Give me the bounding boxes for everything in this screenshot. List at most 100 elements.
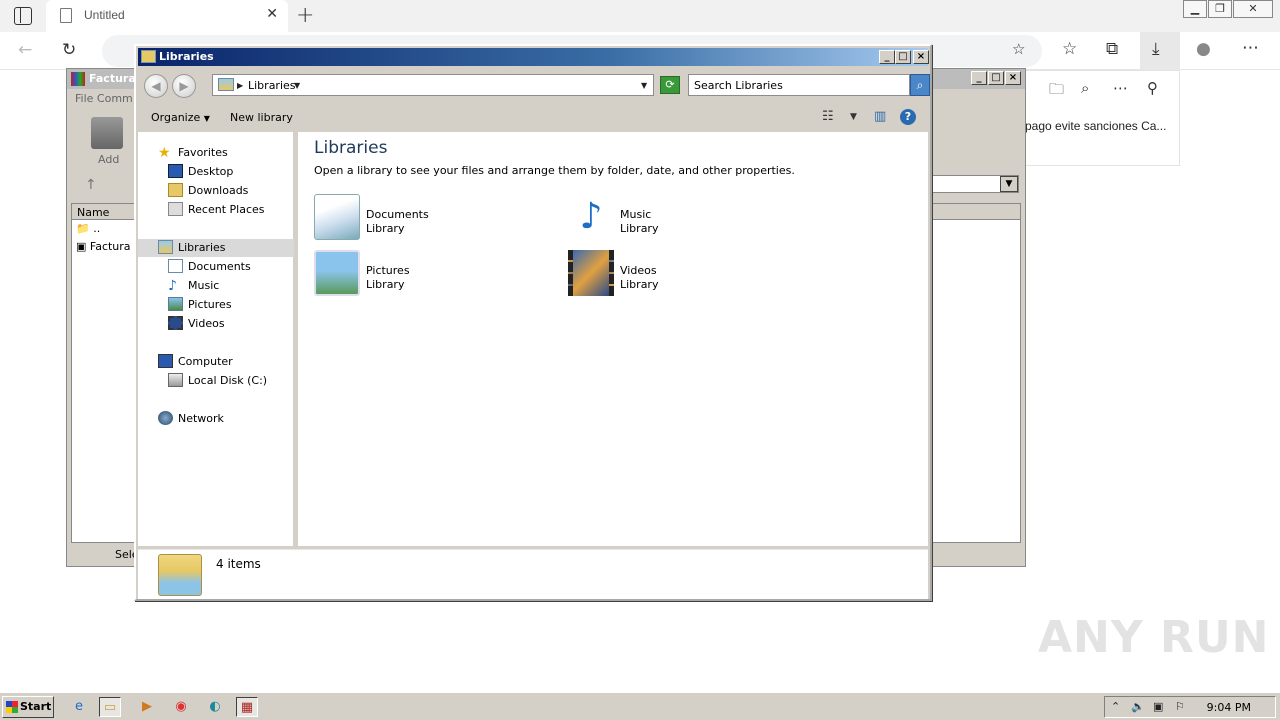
details-pane: 4 items (138, 549, 928, 599)
winrar-menu[interactable]: File Comm (75, 92, 133, 105)
organize-button[interactable]: Organize ▼ (151, 111, 210, 124)
chevron-right-icon[interactable]: ▶ (237, 81, 243, 90)
refresh-icon[interactable]: ↻ (62, 40, 76, 60)
page-title: Libraries (314, 138, 388, 158)
chevron-down-icon[interactable]: ▼ (294, 81, 300, 90)
collections-icon[interactable]: ⧉ (1106, 39, 1118, 59)
more-icon[interactable]: ⋯ (1113, 79, 1128, 97)
libraries-folder-icon (218, 78, 234, 91)
pin-icon[interactable]: ⚲ (1147, 79, 1158, 97)
preview-pane-icon[interactable]: ▥ (874, 109, 886, 124)
computer-icon (158, 354, 173, 368)
music-library-icon: ♪ (579, 196, 603, 237)
close-tab-icon[interactable]: ✕ (266, 6, 278, 22)
tab-actions-icon[interactable] (14, 7, 32, 25)
start-button[interactable]: Start (2, 696, 54, 718)
library-videos[interactable]: Videos Library (568, 250, 788, 302)
system-tray: ⌃ 🔈 ▣ ⚐ 9:04 PM (1104, 696, 1276, 718)
more-icon[interactable]: ⋯ (1242, 38, 1259, 58)
new-tab-button[interactable]: + (296, 3, 314, 28)
help-icon[interactable]: ? (900, 109, 916, 125)
close-button[interactable]: × (913, 50, 929, 64)
local-disk-icon (168, 373, 183, 387)
search-icon[interactable]: ⌕ (910, 74, 930, 96)
download-item-text[interactable]: pago evite sanciones Ca... (1025, 119, 1166, 133)
table-row[interactable]: 📁 .. (76, 222, 100, 235)
videos-library-icon (568, 250, 614, 296)
show-hidden-icons[interactable]: ⌃ (1111, 700, 1120, 713)
restore-button[interactable]: ❐ (1208, 0, 1232, 18)
view-options-icon[interactable]: ▼ (850, 112, 857, 122)
documents-library-icon (314, 194, 360, 240)
close-button[interactable]: ✕ (1233, 0, 1273, 18)
change-view-icon[interactable]: ☷ (822, 109, 834, 124)
column-name-header[interactable]: Name (77, 206, 109, 219)
folder-icon[interactable]: 🗀 (1049, 79, 1064, 104)
table-row[interactable]: ▣ Factura (76, 240, 131, 253)
search-icon[interactable]: ⌕ (1081, 79, 1089, 97)
tab-title: Untitled (84, 8, 125, 22)
media-player-icon[interactable]: ▶ (136, 697, 158, 717)
library-documents[interactable]: Documents Library (314, 194, 534, 246)
music-note-icon: ♪ (168, 278, 177, 294)
back-button[interactable]: ◀ (144, 74, 168, 98)
address-bar[interactable]: ▶ Libraries ▼ ▼ (212, 74, 654, 96)
content-pane: Libraries Open a library to see your fil… (298, 132, 928, 546)
nav-libraries[interactable]: Libraries (138, 239, 294, 257)
videos-icon (168, 316, 183, 330)
action-center-icon[interactable]: ⚐ (1175, 700, 1185, 713)
taskbar: Start e ▭ ▶ ◉ ◐ ▦ ⌃ 🔈 ▣ ⚐ 9:04 PM (0, 692, 1280, 720)
favorites-icon[interactable]: ☆ (1062, 39, 1077, 59)
browser-tabstrip: Untitled ✕ + ▁ ❐ ✕ (0, 0, 1280, 32)
windows-logo-icon (6, 701, 18, 713)
add-favorite-icon[interactable]: ☆ (1012, 40, 1025, 58)
browser-tab[interactable]: Untitled ✕ (46, 0, 288, 32)
page-icon (60, 8, 72, 23)
network-tray-icon[interactable]: ▣ (1153, 700, 1163, 713)
maximize-button[interactable]: □ (895, 50, 911, 64)
page-subtitle: Open a library to see your files and arr… (314, 164, 795, 177)
add-label: Add (98, 153, 120, 166)
network-icon (158, 411, 173, 425)
volume-icon[interactable]: 🔈 (1131, 700, 1145, 713)
forward-button[interactable]: ▶ (172, 74, 196, 98)
address-history-icon[interactable]: ▼ (641, 81, 647, 90)
winrar-title: Factura (89, 72, 136, 85)
item-count: 4 items (216, 557, 261, 571)
pictures-library-icon (314, 250, 360, 296)
rar-close-button[interactable]: × (1005, 71, 1021, 85)
chevron-down-icon: ▼ (203, 114, 210, 123)
library-music[interactable]: ♪ Music Library (568, 194, 788, 246)
ie-icon[interactable]: e (68, 697, 90, 717)
up-icon[interactable]: ↑ (85, 177, 97, 193)
search-input[interactable] (689, 75, 907, 95)
explorer-taskbar-icon[interactable]: ▭ (99, 697, 121, 717)
downloads-button[interactable]: ⤓ (1140, 32, 1180, 70)
add-archive-icon[interactable] (91, 117, 123, 149)
new-library-button[interactable]: New library (230, 111, 293, 124)
libraries-window: Libraries _ □ × ◀ ▶ ▶ Libraries ▼ ▼ ⟳ ⌕ … (134, 44, 932, 601)
clock[interactable]: 9:04 PM (1207, 701, 1251, 714)
chrome-icon[interactable]: ◉ (170, 697, 192, 717)
downloads-panel: 🗀 ⌕ ⋯ ⚲ pago evite sanciones Ca... (1024, 70, 1180, 166)
libraries-icon (158, 240, 173, 254)
star-icon: ★ (158, 145, 171, 161)
refresh-button[interactable]: ⟳ (660, 76, 680, 94)
rar-maximize-button[interactable]: □ (988, 71, 1004, 85)
search-box[interactable] (688, 74, 910, 96)
minimize-button[interactable]: _ (879, 50, 895, 64)
navigation-pane: ★ Favorites Desktop Downloads Recent Pla… (138, 132, 296, 546)
back-icon[interactable]: ← (18, 40, 32, 60)
libraries-titlebar: Libraries _ □ × (138, 48, 929, 66)
rar-minimize-button[interactable]: _ (971, 71, 987, 85)
minimize-button[interactable]: ▁ (1183, 0, 1207, 18)
address-text[interactable]: Libraries (248, 79, 296, 92)
winrar-icon (71, 72, 85, 86)
navigation-bar: ◀ ▶ ▶ Libraries ▼ ▼ ⟳ ⌕ (138, 68, 930, 102)
libraries-large-icon (158, 554, 202, 596)
edge-icon[interactable]: ◐ (204, 697, 226, 717)
library-pictures[interactable]: Pictures Library (314, 250, 534, 302)
winrar-taskbar-icon[interactable]: ▦ (236, 697, 258, 717)
profile-avatar[interactable]: ● (1196, 39, 1211, 59)
path-dropdown[interactable]: ▼ (931, 175, 1019, 193)
